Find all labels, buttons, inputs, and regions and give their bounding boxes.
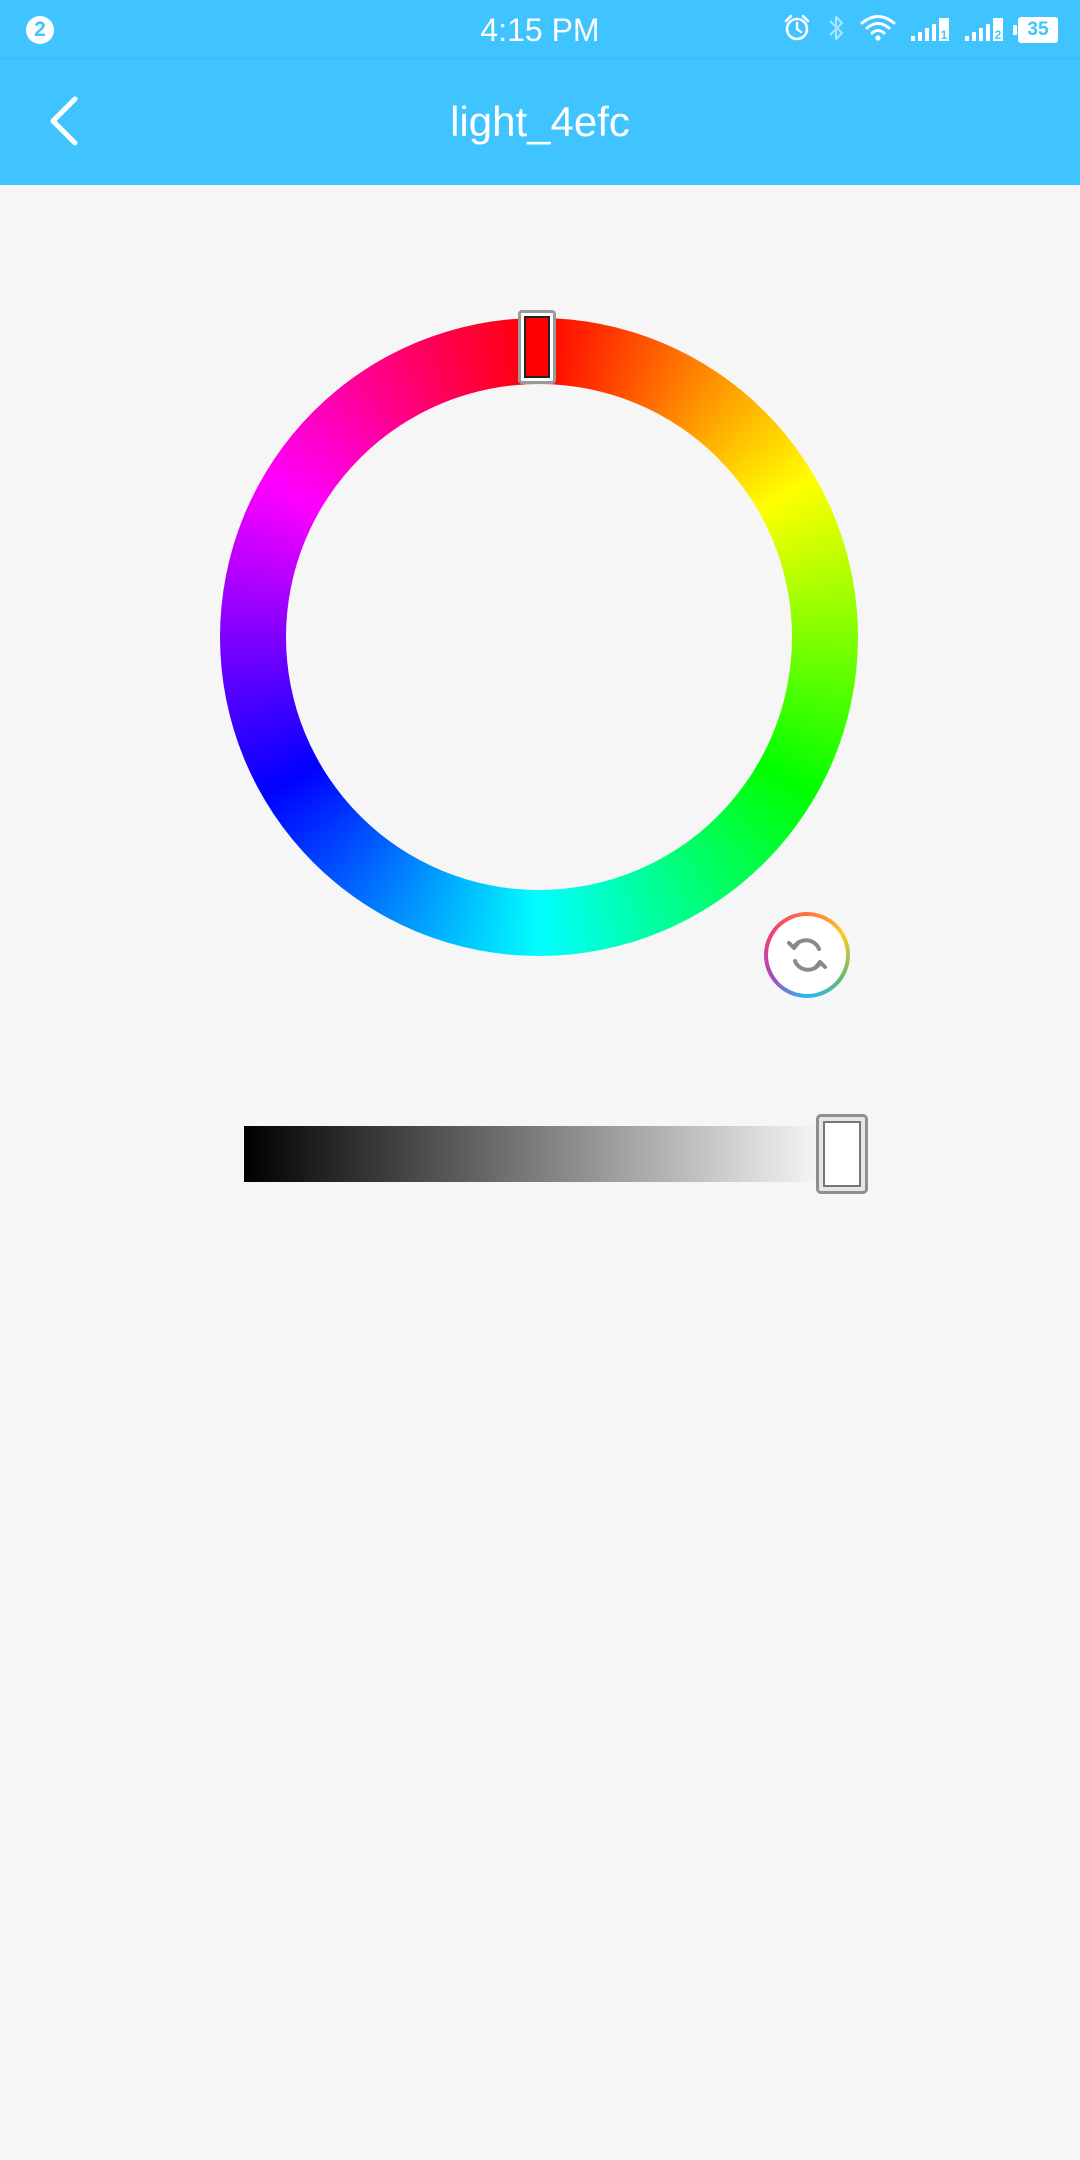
reset-button-face xyxy=(768,916,846,994)
brightness-track[interactable] xyxy=(244,1126,842,1182)
sim2-label: 2 xyxy=(995,28,1002,42)
bluetooth-icon xyxy=(826,13,846,48)
status-bar: 2 4:15 PM 1 2 35 xyxy=(0,0,1080,58)
brightness-handle-fill xyxy=(823,1121,861,1187)
page-title: light_4efc xyxy=(450,98,630,145)
sim1-label: 1 xyxy=(941,28,948,42)
battery-icon: 35 xyxy=(1013,17,1058,43)
wheel-center xyxy=(286,384,792,890)
status-icons: 1 2 35 xyxy=(782,12,1058,48)
signal-sim2-icon: 2 xyxy=(964,14,1004,47)
selected-color-swatch xyxy=(524,316,550,378)
alarm-icon xyxy=(782,13,812,48)
signal-sim1-icon: 1 xyxy=(910,14,950,47)
hue-handle[interactable] xyxy=(518,310,556,384)
color-wheel[interactable] xyxy=(220,310,858,956)
brightness-handle[interactable] xyxy=(816,1114,868,1194)
reset-color-button[interactable] xyxy=(764,912,850,998)
refresh-icon xyxy=(787,938,827,972)
wifi-icon xyxy=(860,14,896,47)
app-bar: light_4efc xyxy=(0,58,1080,185)
